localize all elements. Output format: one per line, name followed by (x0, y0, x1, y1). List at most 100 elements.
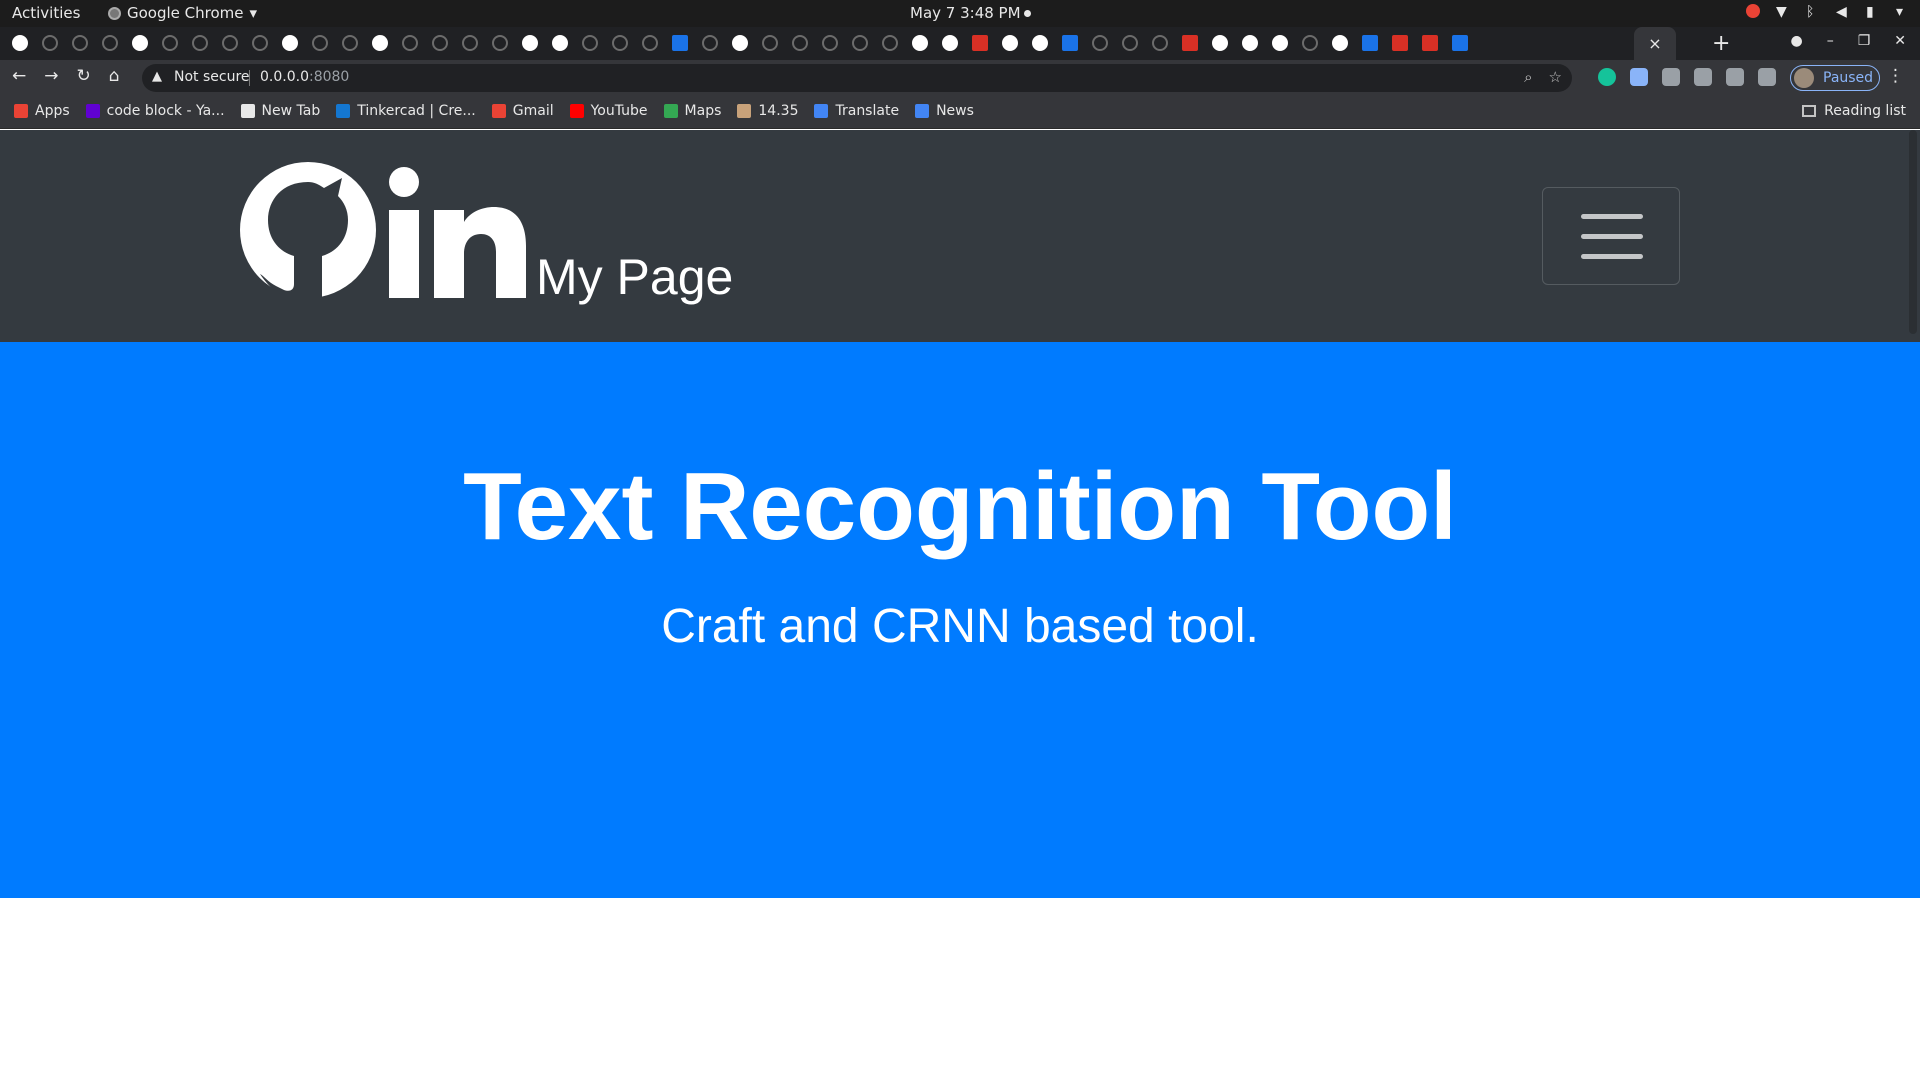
bookmark-translate[interactable]: Translate (814, 103, 899, 119)
active-tab[interactable]: × (1634, 27, 1676, 60)
tab-favicon-icon[interactable] (582, 35, 598, 51)
tab-favicon-icon[interactable] (1122, 35, 1138, 51)
tab-favicon-icon[interactable] (852, 35, 868, 51)
tab-favicon-icon[interactable] (1212, 35, 1228, 51)
tab-favicon-icon[interactable] (972, 35, 988, 51)
bookmark-label: Translate (835, 103, 900, 119)
bookmark-news[interactable]: News (915, 103, 974, 119)
tab-favicon-icon[interactable] (1062, 35, 1078, 51)
tab-favicon-icon[interactable] (1392, 35, 1408, 51)
tab-favicon-icon[interactable] (252, 35, 268, 51)
tab-favicon-icon[interactable] (1182, 35, 1198, 51)
hamburger-icon (1581, 214, 1643, 219)
tab-favicon-icon[interactable] (372, 35, 388, 51)
system-tray[interactable]: ▼ ᛒ ◀ ▮ ▾ (1746, 4, 1910, 20)
tab-favicon-icon[interactable] (732, 35, 748, 51)
chrome-icon (108, 6, 121, 20)
scrollbar-thumb[interactable] (1909, 130, 1917, 334)
tab-favicon-icon[interactable] (552, 35, 568, 51)
tab-favicon-icon[interactable] (1272, 35, 1288, 51)
address-bar[interactable]: ▲ Not secure 0.0.0.0:8080 ⌕ ☆ (142, 64, 1572, 92)
tab-favicon-icon[interactable] (132, 35, 148, 51)
tab-favicon-icon[interactable] (642, 35, 658, 51)
tab-favicon-icon[interactable] (702, 35, 718, 51)
url-text[interactable]: 0.0.0.0:8080 (260, 69, 349, 85)
reader-extension-icon[interactable] (1694, 68, 1712, 86)
tab-favicon-icon[interactable] (1242, 35, 1258, 51)
tab-favicon-icon[interactable] (1332, 35, 1348, 51)
bookmark-code-block[interactable]: code block - Ya... (85, 103, 225, 119)
tab-favicon-icon[interactable] (462, 35, 478, 51)
tab-favicon-icon[interactable] (822, 35, 838, 51)
puzzle-icon[interactable] (1726, 68, 1744, 86)
kebab-menu-icon[interactable]: ⋮ (1887, 66, 1904, 86)
tab-favicon-icon[interactable] (672, 35, 688, 51)
bookmark-maps[interactable]: Maps (663, 103, 721, 119)
bookmark-apps[interactable]: Apps (14, 103, 70, 119)
reading-list-button[interactable]: Reading list (1802, 103, 1906, 119)
tab-favicon-icon[interactable] (1002, 35, 1018, 51)
tab-favicon-icon[interactable] (162, 35, 178, 51)
bookmark-star-icon[interactable]: ☆ (1549, 68, 1562, 86)
tab-favicon-icon[interactable] (42, 35, 58, 51)
back-icon[interactable]: ← (12, 66, 26, 86)
tab-favicon-icon[interactable] (72, 35, 88, 51)
tab-favicon-icon[interactable] (762, 35, 778, 51)
tab-favicon-icon[interactable] (282, 35, 298, 51)
tab-favicon-icon[interactable] (912, 35, 928, 51)
profile-button[interactable]: Paused (1790, 65, 1880, 91)
tab-favicon-icon[interactable] (192, 35, 208, 51)
security-label[interactable]: Not secure (174, 69, 250, 85)
tab-favicon-icon[interactable] (942, 35, 958, 51)
tab-favicon-icon[interactable] (522, 35, 538, 51)
tab-favicon-icon[interactable] (1152, 35, 1168, 51)
tab-favicon-icon[interactable] (1302, 35, 1318, 51)
new-tab-button[interactable]: + (1712, 31, 1730, 56)
tab-favicon-icon[interactable] (402, 35, 418, 51)
navbar-toggler-button[interactable] (1542, 187, 1680, 285)
forward-icon[interactable]: → (44, 66, 58, 86)
restore-icon[interactable]: ❐ (1858, 33, 1871, 49)
tab-favicon-icon[interactable] (792, 35, 808, 51)
grammarly-extension-icon[interactable] (1598, 68, 1616, 86)
bookmark-14-35[interactable]: 14.35 (737, 103, 798, 119)
tab-favicon-icon[interactable] (432, 35, 448, 51)
camera-extension-icon[interactable] (1630, 68, 1648, 86)
screenshot-extension-icon[interactable] (1662, 68, 1680, 86)
tab-favicon-icon[interactable] (1092, 35, 1108, 51)
close-icon[interactable]: ✕ (1894, 33, 1906, 49)
tab-favicon-icon[interactable] (102, 35, 118, 51)
linkedin-icon (389, 167, 526, 298)
app-menu[interactable]: Google Chrome ▾ (108, 4, 257, 22)
tab-search-icon[interactable]: ● (1790, 33, 1802, 49)
omnibox-actions: ⌕ ☆ (1524, 68, 1562, 86)
navbar-brand[interactable]: My Page (238, 160, 733, 302)
tab-favicon-icon[interactable] (1032, 35, 1048, 51)
page-scrollbar[interactable] (1906, 130, 1920, 1080)
tab-favicon-icon[interactable] (12, 35, 28, 51)
tab-favicon-icon[interactable] (882, 35, 898, 51)
tab-favicon-icon[interactable] (492, 35, 508, 51)
tab-favicon-icon[interactable] (612, 35, 628, 51)
media-queue-icon[interactable] (1758, 68, 1776, 86)
tab-favicon-icon[interactable] (1362, 35, 1378, 51)
tab-favicon-icon[interactable] (1422, 35, 1438, 51)
reload-icon[interactable]: ↻ (77, 66, 91, 86)
clock[interactable]: May 7 3:48 PM (910, 4, 1021, 22)
home-icon[interactable]: ⌂ (109, 66, 120, 86)
tab-favicon-icon[interactable] (312, 35, 328, 51)
tab-favicon-icon[interactable] (1452, 35, 1468, 51)
tab-close-button[interactable]: × (1648, 34, 1661, 53)
bookmark-new-tab[interactable]: New Tab (240, 103, 320, 119)
bookmark-tinkercad[interactable]: Tinkercad | Cre... (336, 103, 476, 119)
tab-favicon-icon[interactable] (342, 35, 358, 51)
minimize-icon[interactable]: – (1827, 33, 1834, 49)
bookmark-gmail[interactable]: Gmail (491, 103, 554, 119)
cc-icon (737, 104, 752, 118)
tab-favicon-icon[interactable] (222, 35, 238, 51)
bookmark-youtube[interactable]: YouTube (569, 103, 648, 119)
zoom-icon[interactable]: ⌕ (1524, 68, 1532, 86)
bookmark-label: Tinkercad | Cre... (357, 103, 476, 119)
activities-button[interactable]: Activities (12, 4, 80, 22)
warning-icon[interactable]: ▲ (152, 69, 162, 84)
